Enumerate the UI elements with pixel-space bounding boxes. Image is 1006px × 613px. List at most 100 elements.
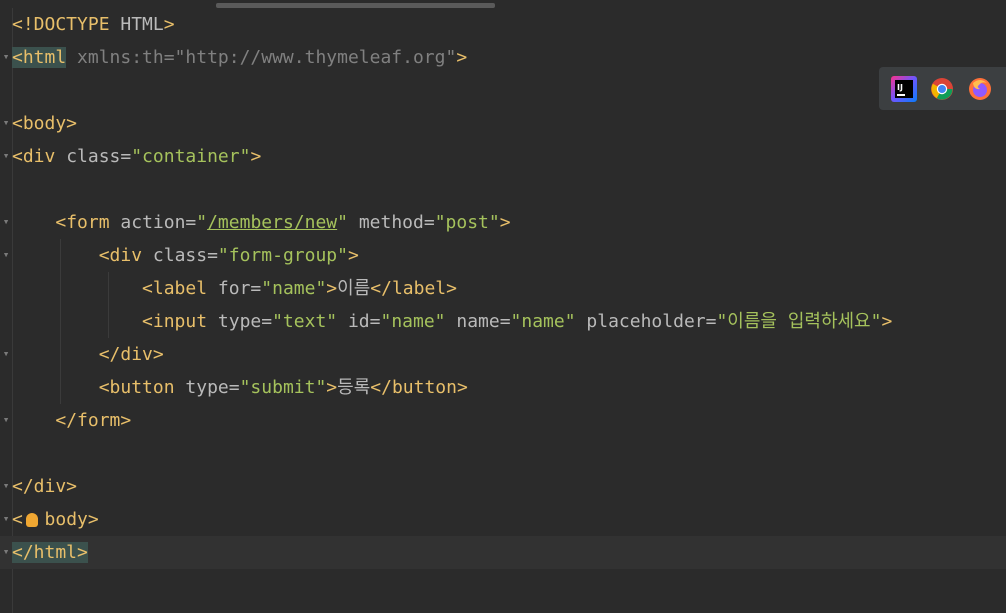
code-token: method= (347, 212, 435, 233)
code-text: < body> (12, 503, 99, 536)
fold-marker-icon[interactable]: ▾ (1, 249, 11, 261)
fold-marker-icon[interactable]: ▾ (1, 480, 11, 492)
code-token: </div> (12, 476, 78, 497)
code-token: "http://www.thymeleaf.org" (174, 47, 457, 68)
code-line[interactable]: ▾ < body> (0, 503, 1006, 536)
code-token: > (326, 377, 338, 398)
code-text: </div> (12, 338, 164, 371)
code-line[interactable]: ▾ <div class="container"> (0, 140, 1006, 173)
code-token: <body> (12, 113, 78, 134)
chrome-icon[interactable] (927, 74, 957, 104)
code-text: <form action="/members/new" method="post… (12, 206, 511, 239)
code-token: /members/new (207, 212, 338, 233)
lightbulb-icon[interactable] (26, 513, 38, 527)
code-token: placeholder= (575, 311, 717, 332)
fold-marker-icon[interactable]: ▾ (1, 546, 11, 558)
code-token: <button (98, 377, 186, 398)
svg-text:IJ: IJ (897, 83, 903, 92)
code-token: > (326, 278, 338, 299)
code-text: <button type="submit">등록</button> (12, 371, 468, 404)
code-line[interactable]: ▾ <form action="/members/new" method="po… (0, 206, 1006, 239)
code-line[interactable]: <input type="text" id="name" name="name"… (0, 305, 1006, 338)
code-line[interactable]: ▾ </html> (0, 536, 1006, 569)
code-line[interactable]: <button type="submit">등록</button> (0, 371, 1006, 404)
code-token: > (250, 146, 262, 167)
code-editor[interactable]: <!DOCTYPE HTML> ▾ <html xmlns:th="http://w… (0, 8, 1006, 613)
code-line[interactable] (0, 74, 1006, 107)
code-token: <!DOCTYPE (12, 14, 121, 35)
code-token: </button> (370, 377, 468, 398)
code-token: body> (44, 509, 99, 530)
code-text: <input type="text" id="name" name="name"… (12, 305, 892, 338)
code-token: 이름 (337, 278, 371, 299)
code-token: type= (185, 377, 240, 398)
code-text: <!DOCTYPE HTML> (12, 8, 175, 41)
code-token: <div (98, 245, 153, 266)
intellij-icon[interactable]: IJ (889, 74, 919, 104)
code-line[interactable]: ▾ </form> (0, 404, 1006, 437)
code-token: "name" (510, 311, 576, 332)
open-in-browser-toolbar: IJ (879, 67, 1006, 110)
fold-marker-icon[interactable]: ▾ (1, 150, 11, 162)
fold-marker-icon[interactable]: ▾ (1, 513, 11, 525)
code-token: class= (66, 146, 132, 167)
code-token: xmlns:th= (66, 47, 175, 68)
code-token: type= (217, 311, 273, 332)
code-token: "container" (131, 146, 251, 167)
code-text: <body> (12, 107, 77, 140)
code-token: </form> (55, 410, 132, 431)
fold-marker-icon[interactable]: ▾ (1, 414, 11, 426)
code-token: 등록 (337, 377, 371, 398)
code-line[interactable]: ▾ <div class="form-group"> (0, 239, 1006, 272)
code-token: id= (337, 311, 381, 332)
code-token: " (196, 212, 208, 233)
code-token: "form-group" (217, 245, 348, 266)
code-line[interactable] (0, 173, 1006, 206)
code-line[interactable]: ▾ <body> (0, 107, 1006, 140)
code-text: <html xmlns:th="http://www.thymeleaf.org… (12, 41, 467, 74)
code-token: " (337, 212, 348, 233)
code-token: </div> (98, 344, 164, 365)
code-line[interactable]: ▾ </div> (0, 338, 1006, 371)
fold-marker-icon[interactable]: ▾ (1, 348, 11, 360)
code-text: </html> (12, 536, 88, 569)
code-token: < (12, 509, 23, 530)
code-token: "이름을 입력하세요" (716, 311, 882, 332)
code-token: > (881, 311, 893, 332)
code-token: </label> (370, 278, 457, 299)
code-line[interactable]: <label for="name">이름</label> (0, 272, 1006, 305)
code-token: > (163, 14, 175, 35)
code-line[interactable]: ▾ </div> (0, 470, 1006, 503)
code-token: "text" (272, 311, 338, 332)
code-token: "submit" (239, 377, 327, 398)
code-line[interactable] (0, 437, 1006, 470)
code-token: "name" (380, 311, 446, 332)
code-text: </form> (12, 404, 131, 437)
code-token: > (499, 212, 511, 233)
code-token: > (456, 47, 468, 68)
code-token: <div (12, 146, 67, 167)
code-token: <html (12, 47, 67, 68)
code-line[interactable]: ▾ <html xmlns:th="http://www.thymeleaf.or… (0, 41, 1006, 74)
code-token: "name" (261, 278, 327, 299)
code-token: </html> (12, 542, 88, 563)
code-line[interactable]: <!DOCTYPE HTML> (0, 8, 1006, 41)
code-token: HTML (120, 14, 164, 35)
code-token: <input (142, 311, 218, 332)
fold-marker-icon[interactable]: ▾ (1, 51, 11, 63)
code-token: > (347, 245, 359, 266)
code-token: <label (142, 278, 218, 299)
code-token: name= (445, 311, 511, 332)
firefox-icon[interactable] (965, 74, 995, 104)
fold-marker-icon[interactable]: ▾ (1, 216, 11, 228)
fold-marker-icon[interactable]: ▾ (1, 117, 11, 129)
code-text: <div class="container"> (12, 140, 261, 173)
code-text: <label for="name">이름</label> (12, 272, 457, 305)
